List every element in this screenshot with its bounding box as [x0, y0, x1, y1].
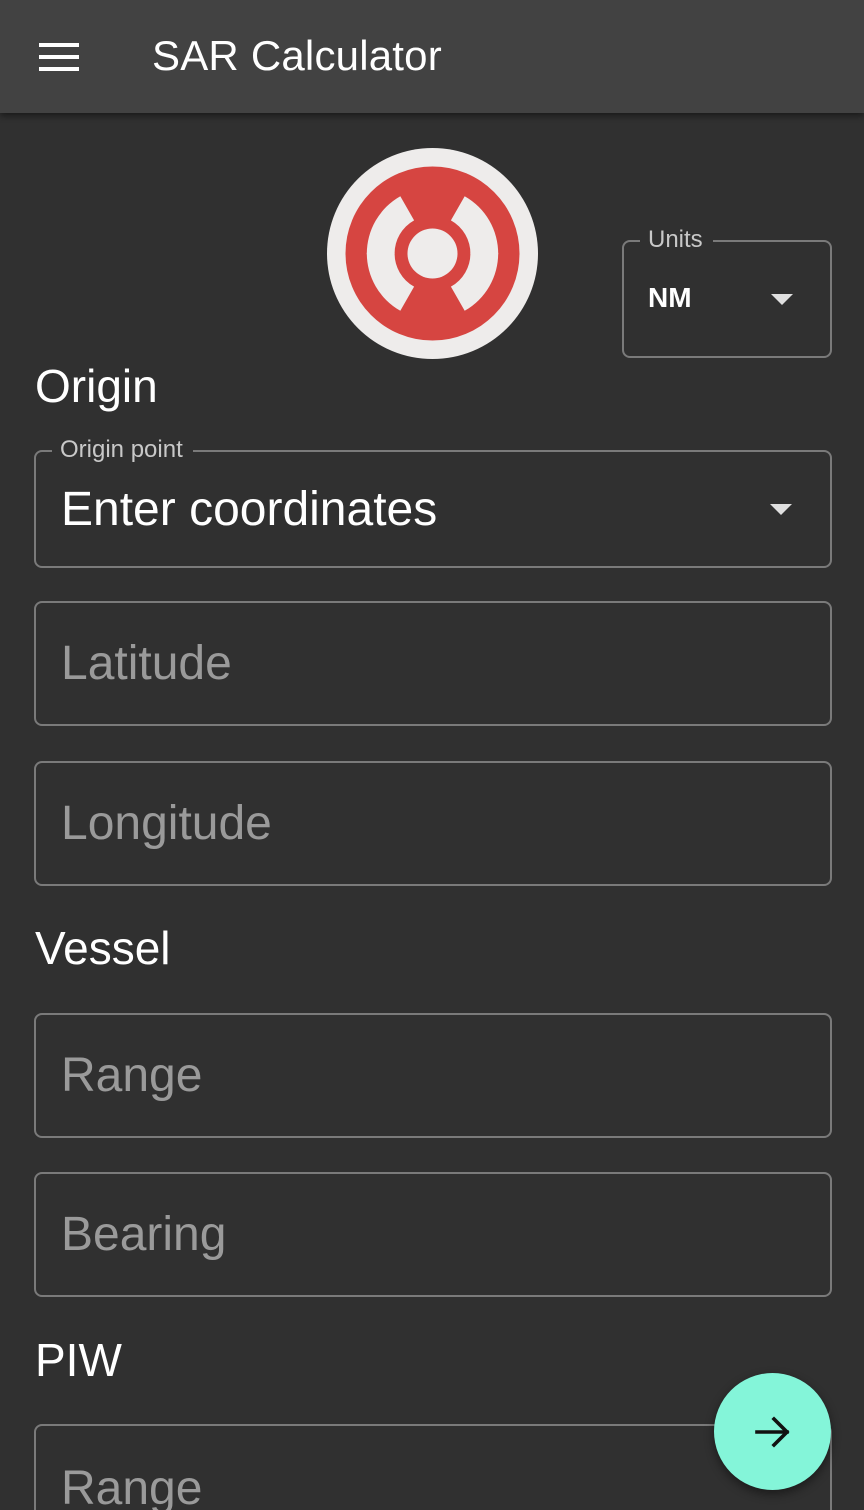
origin-heading: Origin: [35, 360, 158, 412]
sar-calculator-screen: SAR Calculator Units NM Origin Origin po…: [0, 0, 864, 1510]
menu-button[interactable]: [24, 22, 94, 92]
vessel-heading: Vessel: [35, 922, 171, 974]
lifebuoy-icon: [327, 148, 538, 359]
menu-icon: [39, 43, 79, 71]
units-value: NM: [648, 282, 692, 313]
vessel-range-input[interactable]: Range: [34, 1013, 832, 1138]
piw-range-placeholder: Range: [61, 1462, 203, 1510]
vessel-range-placeholder: Range: [61, 1049, 203, 1102]
arrow-right-icon: [754, 1415, 790, 1448]
units-label: Units: [640, 225, 713, 255]
vessel-bearing-input[interactable]: Bearing: [34, 1172, 832, 1297]
latitude-placeholder: Latitude: [61, 637, 232, 690]
next-fab-button[interactable]: [714, 1373, 831, 1490]
chevron-down-icon: [770, 504, 792, 515]
app-bar: SAR Calculator: [0, 0, 864, 113]
piw-range-input[interactable]: Range: [34, 1424, 832, 1510]
chevron-down-icon: [771, 294, 793, 305]
latitude-input[interactable]: Latitude: [34, 601, 832, 726]
piw-heading: PIW: [35, 1334, 122, 1386]
longitude-placeholder: Longitude: [61, 797, 272, 850]
app-title: SAR Calculator: [152, 32, 442, 79]
origin-point-label: Origin point: [52, 435, 193, 465]
longitude-input[interactable]: Longitude: [34, 761, 832, 886]
units-select[interactable]: Units NM: [622, 225, 832, 358]
origin-point-select[interactable]: Origin point Enter coordinates: [34, 435, 832, 568]
origin-point-value: Enter coordinates: [61, 483, 438, 536]
vessel-bearing-placeholder: Bearing: [61, 1208, 227, 1261]
